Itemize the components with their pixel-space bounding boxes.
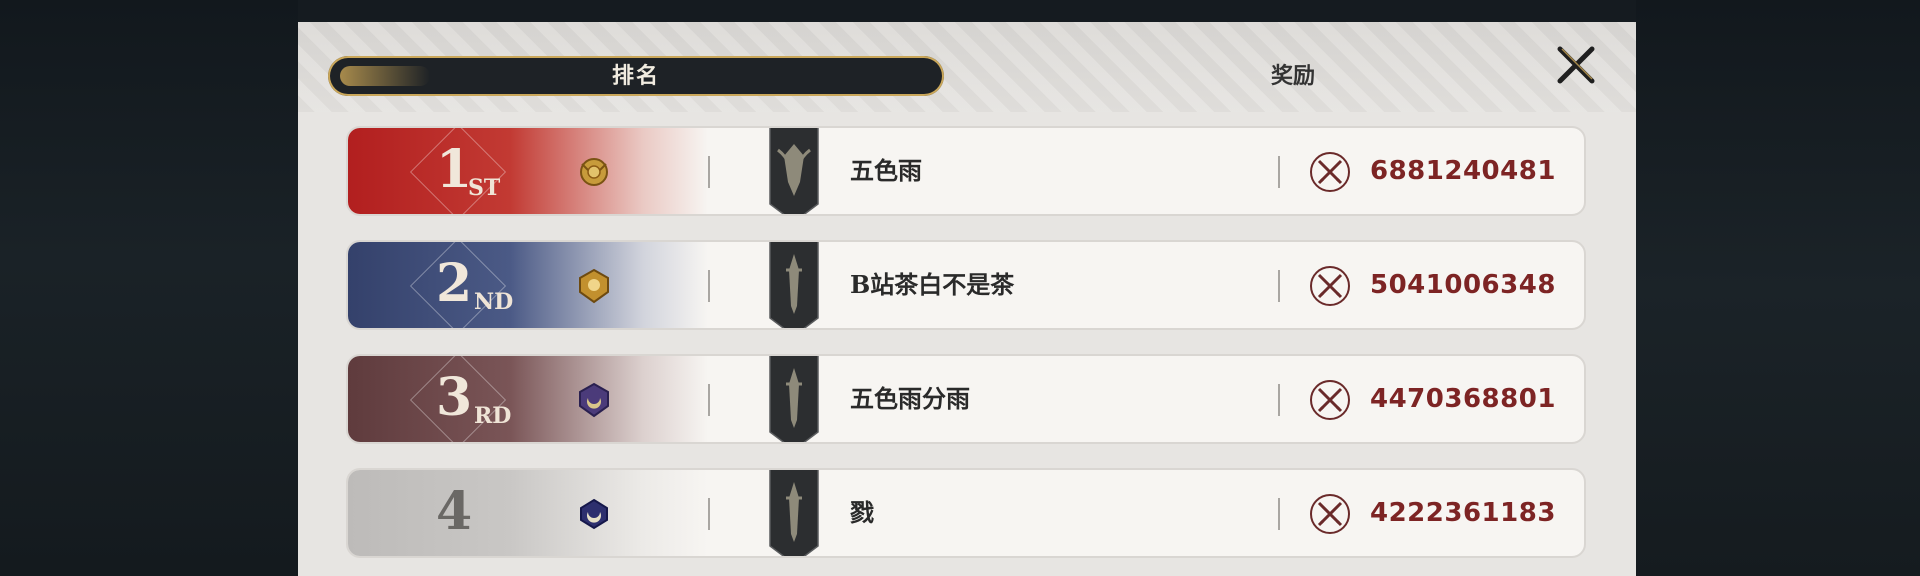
- crossed-swords-icon: [1310, 266, 1350, 306]
- rank-band: [348, 470, 708, 556]
- guild-banner-icon: [769, 128, 819, 214]
- tab-ranking-label: 排名: [611, 63, 660, 89]
- background-right: [1636, 0, 1920, 576]
- rank-band: [348, 242, 708, 328]
- rank-row-1[interactable]: 1 ST 五色雨 6881240481: [346, 126, 1586, 216]
- close-button[interactable]: [1553, 42, 1599, 88]
- rank-suffix: ST: [468, 175, 501, 201]
- column-divider: [708, 156, 710, 188]
- column-divider: [1278, 384, 1280, 416]
- rank-suffix: ND: [474, 289, 514, 315]
- rank-row-4[interactable]: 4 戮 4222361183: [346, 468, 1586, 558]
- player-name: 五色雨: [850, 156, 922, 185]
- rank-badge-icon: [580, 498, 608, 530]
- rank-number: 2: [436, 253, 473, 314]
- column-divider: [1278, 498, 1280, 530]
- player-name: B站茶白不是茶: [850, 270, 1015, 299]
- crossed-swords-icon: [1310, 494, 1350, 534]
- rank-badge-icon: [579, 268, 609, 304]
- rank-row-3[interactable]: 3 RD 五色雨分雨 4470368801: [346, 354, 1586, 444]
- close-icon: [1557, 46, 1595, 84]
- tab-ranking[interactable]: 排名: [328, 56, 944, 96]
- rank-band: [348, 356, 708, 442]
- player-name: 戮: [850, 498, 874, 527]
- rank-number: 1: [436, 139, 473, 200]
- power-value: 4470368801: [1370, 384, 1556, 414]
- power-value: 4222361183: [1370, 498, 1556, 528]
- column-divider: [1278, 270, 1280, 302]
- rank-suffix: RD: [474, 403, 512, 429]
- rank-badge-icon: [579, 382, 609, 418]
- crossed-swords-icon: [1310, 380, 1350, 420]
- rank-band: [348, 128, 708, 214]
- guild-banner-icon: [769, 242, 819, 328]
- rank-number: 4: [436, 481, 473, 542]
- power-value: 5041006348: [1370, 270, 1556, 300]
- power-value: 6881240481: [1370, 156, 1556, 186]
- tab-rewards[interactable]: 奖励: [1218, 56, 1368, 96]
- column-divider: [708, 270, 710, 302]
- column-divider: [1278, 156, 1280, 188]
- tab-bar: 排名 奖励: [328, 56, 1588, 96]
- rank-row-2[interactable]: 2 ND B站茶白不是茶 5041006348: [346, 240, 1586, 330]
- column-divider: [708, 498, 710, 530]
- background-top: [298, 0, 1636, 22]
- rank-number: 3: [436, 367, 473, 428]
- guild-banner-icon: [769, 356, 819, 442]
- ranking-panel: 排名 奖励 1 ST 五色雨 6881240481 2 ND B站茶白不是茶 5…: [298, 22, 1636, 576]
- rank-badge-icon: [580, 158, 608, 186]
- crossed-swords-icon: [1310, 152, 1350, 192]
- column-divider: [708, 384, 710, 416]
- background-left: [0, 0, 298, 576]
- player-name: 五色雨分雨: [850, 384, 970, 413]
- guild-banner-icon: [769, 470, 819, 556]
